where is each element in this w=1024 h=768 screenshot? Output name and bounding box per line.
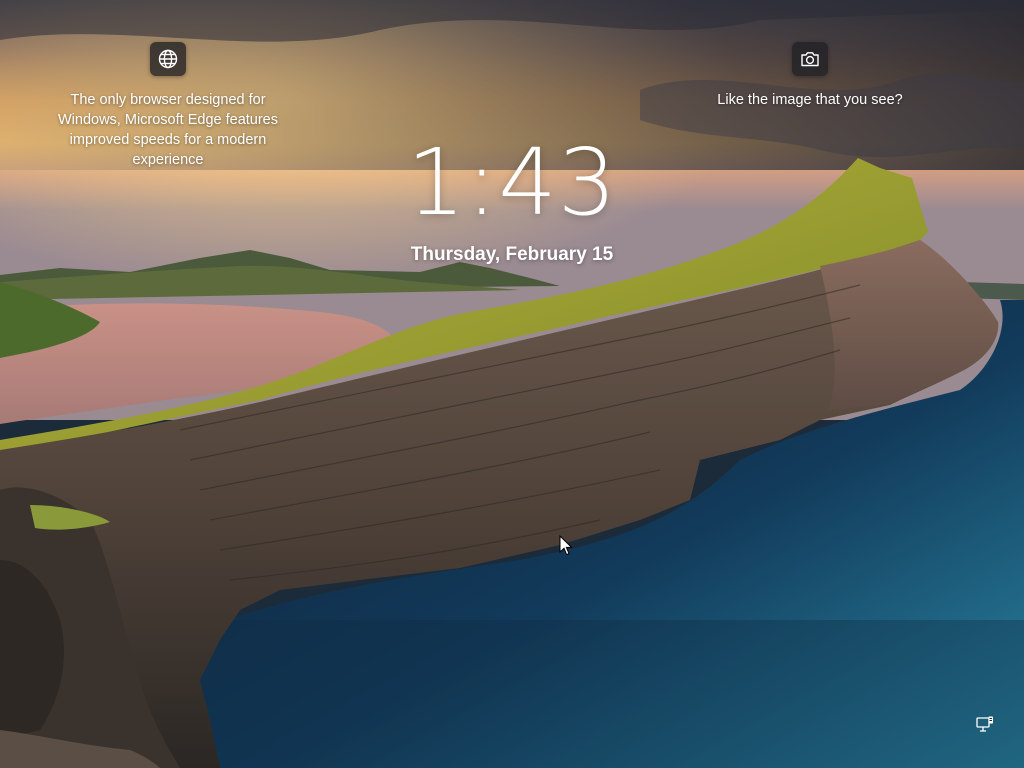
browser-promo-widget[interactable]: The only browser designed for Windows, M… [48, 42, 288, 170]
spotlight-text: Like the image that you see? [717, 92, 903, 108]
camera-icon[interactable] [792, 42, 828, 76]
spotlight-widget[interactable]: Like the image that you see? [700, 42, 920, 110]
mouse-cursor-icon [559, 535, 573, 556]
globe-icon[interactable] [150, 42, 186, 76]
lock-screen-time: 1:43 [406, 129, 618, 236]
lock-screen-date: Thursday, February 15 [410, 244, 614, 265]
network-icon[interactable] [974, 714, 996, 736]
browser-promo-text: The only browser designed for Windows, M… [57, 92, 278, 168]
lock-screen[interactable]: The only browser designed for Windows, M… [0, 0, 1024, 768]
